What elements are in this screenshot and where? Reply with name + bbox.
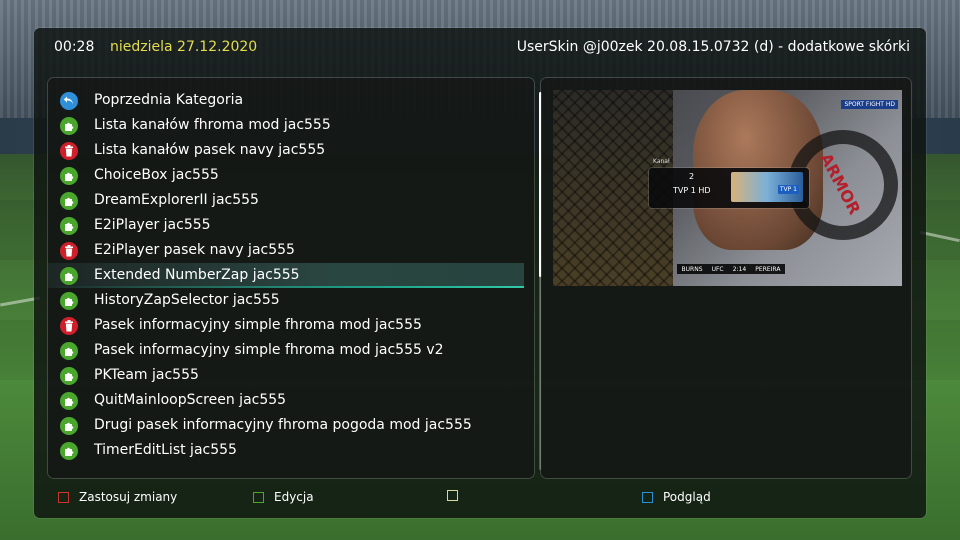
list-item-label: TimerEditList jac555 — [94, 442, 237, 458]
clock: 00:28 — [54, 39, 95, 55]
list-item-label: HistoryZapSelector jac555 — [94, 292, 280, 308]
list-item[interactable]: PKTeam jac555 — [48, 363, 524, 388]
list-item[interactable]: E2iPlayer pasek navy jac555 — [48, 238, 524, 263]
list-item-label: Extended NumberZap jac555 — [94, 267, 300, 283]
blue-key-icon — [642, 491, 653, 503]
list-item[interactable]: Extended NumberZap jac555 — [48, 263, 524, 288]
red-key-hint[interactable]: Zastosuj zmiany — [58, 490, 177, 504]
color-key-hints: Zastosuj zmiany Edycja Podgląd — [34, 490, 926, 512]
puzzle-icon — [60, 217, 78, 235]
list-item[interactable]: Lista kanałów fhroma mod jac555 — [48, 113, 524, 138]
list-item-label: E2iPlayer pasek navy jac555 — [94, 242, 295, 258]
red-key-label: Zastosuj zmiany — [79, 490, 178, 504]
blue-key-label: Podgląd — [663, 490, 711, 504]
red-key-icon — [58, 491, 69, 503]
green-key-hint[interactable]: Edycja — [253, 490, 314, 504]
score-right-name: PEREIRA — [755, 265, 781, 273]
skin-selector-window: 00:28 niedziela 27.12.2020 UserSkin @j00… — [34, 28, 926, 518]
list-item-label: Pasek informacyjny simple fhroma mod jac… — [94, 342, 444, 358]
list-item-label: Poprzednia Kategoria — [94, 92, 244, 108]
list-item-label: ChoiceBox jac555 — [94, 167, 219, 183]
list-item-label: Lista kanałów pasek navy jac555 — [94, 142, 326, 158]
list-item[interactable]: HistoryZapSelector jac555 — [48, 288, 524, 313]
list-item[interactable]: E2iPlayer jac555 — [48, 213, 524, 238]
puzzle-icon — [60, 342, 78, 360]
yellow-key-icon — [447, 490, 458, 501]
puzzle-icon — [60, 442, 78, 460]
list-item[interactable]: Pasek informacyjny simple fhroma mod jac… — [48, 338, 524, 363]
skin-list-panel: Poprzednia Kategoria Lista kanałów fhroma… — [48, 78, 542, 478]
puzzle-icon — [60, 167, 78, 185]
date: niedziela 27.12.2020 — [110, 39, 258, 55]
list-item-label: PKTeam jac555 — [94, 367, 199, 383]
skin-preview-image: ARMOR SPORT FIGHT HD Kanał 2 TVP 1 HD TV… — [553, 90, 902, 286]
channel-thumbnail: TVP 1 — [731, 172, 803, 202]
channel-number: 2 — [689, 172, 695, 181]
puzzle-icon — [60, 392, 78, 410]
score-logo: UFC — [711, 265, 724, 273]
ufc-score-bar: BURNS UFC 2:14 PEREIRA — [677, 264, 785, 274]
list-item[interactable]: Poprzednia Kategoria — [48, 88, 524, 113]
channel-name: TVP 1 HD — [673, 186, 711, 195]
preview-panel: ARMOR SPORT FIGHT HD Kanał 2 TVP 1 HD TV… — [541, 78, 911, 478]
trash-icon — [60, 242, 78, 260]
puzzle-icon — [60, 117, 78, 135]
trash-icon — [60, 142, 78, 160]
list-item-label: QuitMainloopScreen jac555 — [94, 392, 287, 408]
puzzle-icon — [60, 192, 78, 210]
list-item[interactable]: ChoiceBox jac555 — [48, 163, 524, 188]
list-item-label: Pasek informacyjny simple fhroma mod jac… — [94, 317, 422, 333]
blue-key-hint[interactable]: Podgląd — [642, 490, 711, 504]
green-key-label: Edycja — [274, 490, 314, 504]
list-item[interactable]: Lista kanałów pasek navy jac555 — [48, 138, 524, 163]
top-bar: 00:28 niedziela 27.12.2020 UserSkin @j00… — [34, 28, 926, 68]
puzzle-icon — [60, 417, 78, 435]
score-left-name: BURNS — [681, 265, 703, 273]
puzzle-icon — [60, 292, 78, 310]
list-item[interactable]: QuitMainloopScreen jac555 — [48, 388, 524, 413]
window-title: UserSkin @j00zek 20.08.15.0732 (d) - dod… — [516, 39, 910, 55]
puzzle-icon — [60, 267, 78, 285]
green-key-icon — [253, 491, 264, 503]
sport-channel-badge: SPORT FIGHT HD — [841, 100, 898, 109]
score-time: 2:14 — [732, 265, 747, 273]
puzzle-icon — [60, 367, 78, 385]
trash-icon — [60, 317, 78, 335]
list-item-label: Lista kanałów fhroma mod jac555 — [94, 117, 331, 133]
numberzap-caption: Kanał — [653, 158, 670, 165]
yellow-key-hint[interactable] — [447, 490, 468, 501]
list-item-label: DreamExplorerII jac555 — [94, 192, 259, 208]
skin-list: Poprzednia Kategoria Lista kanałów fhroma… — [48, 88, 524, 463]
list-item[interactable]: Drugi pasek informacyjny fhroma pogoda m… — [48, 413, 524, 438]
list-item-label: Drugi pasek informacyjny fhroma pogoda m… — [94, 417, 472, 433]
list-item-label: E2iPlayer jac555 — [94, 217, 211, 233]
list-item[interactable]: TimerEditList jac555 — [48, 438, 524, 463]
numberzap-preview-box: Kanał 2 TVP 1 HD TVP 1 — [649, 158, 809, 208]
channel-logo: TVP 1 — [777, 185, 799, 194]
list-item[interactable]: Pasek informacyjny simple fhroma mod jac… — [48, 313, 524, 338]
back-arrow-icon — [60, 92, 78, 110]
list-item[interactable]: DreamExplorerII jac555 — [48, 188, 524, 213]
